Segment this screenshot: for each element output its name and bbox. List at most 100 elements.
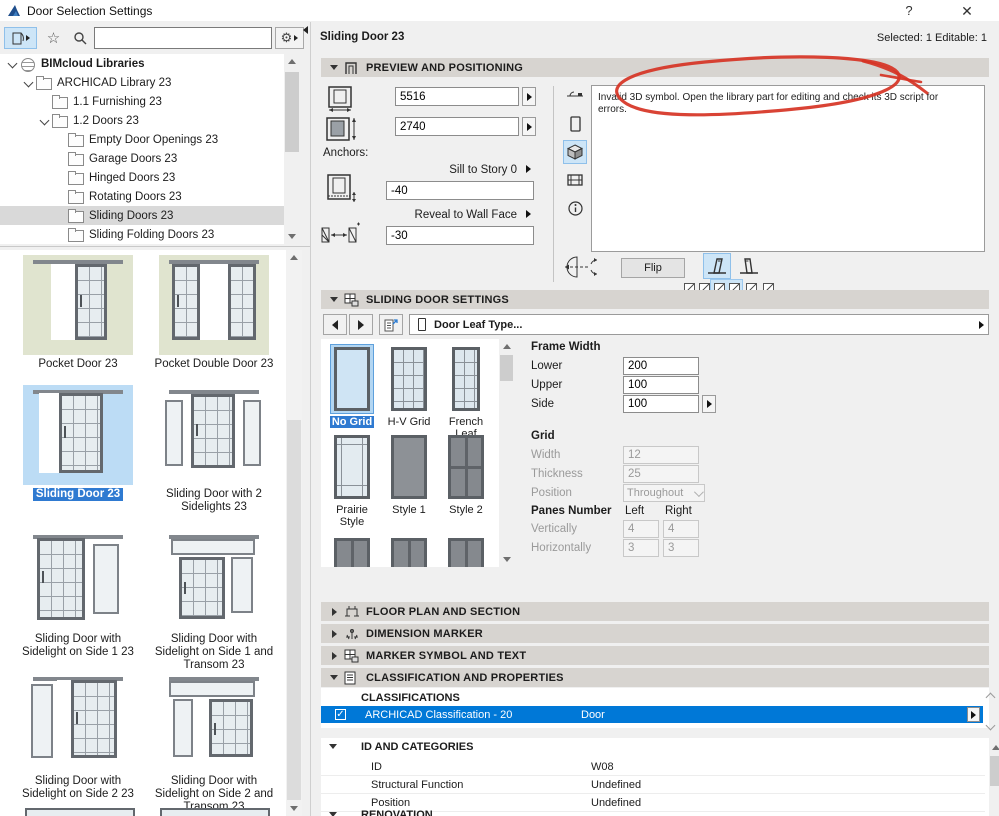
- scroll-up-icon[interactable]: [284, 54, 300, 69]
- 3d-preview-pane[interactable]: Invalid 3D symbol. Open the library part…: [591, 85, 985, 252]
- sill-value-field[interactable]: [386, 181, 534, 200]
- search-input[interactable]: [94, 27, 272, 49]
- preview-mode-plan-button[interactable]: [563, 84, 587, 108]
- scroll-down-icon[interactable]: [499, 552, 514, 567]
- settings-gear-button[interactable]: ⚙: [275, 27, 304, 49]
- leaf-type-item[interactable]: Style 2: [439, 432, 493, 516]
- tree-scrollbar[interactable]: [284, 54, 300, 244]
- section-collapse-icon[interactable]: [329, 812, 337, 816]
- selector-next-icon[interactable]: [979, 320, 984, 329]
- chevron-down-icon[interactable]: [22, 76, 36, 90]
- tree-item[interactable]: ARCHICAD Library 23: [0, 73, 284, 92]
- tree-item[interactable]: Empty Door Openings 23: [0, 130, 284, 149]
- preview-mode-3d-button[interactable]: [563, 140, 587, 164]
- tree-item[interactable]: BIMcloud Libraries: [0, 54, 284, 73]
- leaf-type-item[interactable]: Style 1: [382, 432, 436, 516]
- close-button[interactable]: ✕: [950, 0, 984, 22]
- previous-page-button[interactable]: [323, 314, 347, 335]
- section-floor-plan[interactable]: FLOOR PLAN AND SECTION: [321, 602, 989, 621]
- scroll-thumb[interactable]: [287, 420, 301, 800]
- tree-item[interactable]: Sliding Doors 23: [0, 206, 284, 225]
- chevron-down-icon[interactable]: [6, 57, 20, 71]
- section-marker-symbol[interactable]: MARKER SYMBOL AND TEXT: [321, 646, 989, 665]
- folder-icon: [68, 133, 84, 147]
- scroll-up-icon[interactable]: [286, 250, 302, 265]
- scroll-up-icon[interactable]: [989, 740, 999, 755]
- width-flyout-button[interactable]: [522, 87, 536, 106]
- preview-mode-section-button[interactable]: [563, 168, 587, 192]
- leaf-type-item[interactable]: H-V Grid: [382, 344, 436, 428]
- leaf-gallery-scrollbar[interactable]: [499, 339, 514, 567]
- leaf-type-item[interactable]: No Grid: [325, 344, 379, 428]
- height-flyout-button[interactable]: [522, 117, 536, 136]
- scroll-up-icon[interactable]: [987, 692, 995, 700]
- classification-row[interactable]: ✓ ARCHICAD Classification - 20 Door: [321, 706, 983, 723]
- gallery-item[interactable]: Sliding Door with Sidelight on Side 2 an…: [151, 672, 277, 814]
- sill-anchor-flyout[interactable]: [521, 162, 535, 176]
- preview-mode-front-button[interactable]: [563, 112, 587, 136]
- door-leaf-type-selector[interactable]: Door Leaf Type...: [409, 314, 989, 335]
- door-width-field[interactable]: [395, 87, 519, 106]
- checkbox-checked-icon[interactable]: ✓: [335, 709, 346, 720]
- reveal-value-field[interactable]: [386, 226, 534, 245]
- scroll-thumb[interactable]: [990, 756, 999, 786]
- tree-item[interactable]: 1.2 Doors 23: [0, 111, 284, 130]
- chevron-down-icon[interactable]: [38, 114, 52, 128]
- tree-item[interactable]: Garage Doors 23: [0, 149, 284, 168]
- section-classification-properties[interactable]: CLASSIFICATION AND PROPERTIES: [321, 668, 989, 687]
- property-row[interactable]: Structural Function Undefined: [321, 776, 985, 794]
- tree-item[interactable]: 1.1 Furnishing 23: [0, 92, 284, 111]
- door-height-field[interactable]: [395, 117, 519, 136]
- frame-upper-field[interactable]: [623, 376, 699, 394]
- section-collapse-icon[interactable]: [326, 65, 342, 70]
- tree-item[interactable]: Sliding Folding Doors 23: [0, 225, 284, 244]
- gallery-item[interactable]: Sliding Door with Sidelight on Side 1 an…: [151, 530, 277, 672]
- gallery-item[interactable]: Sliding Door 23: [15, 385, 141, 501]
- next-page-button[interactable]: [349, 314, 373, 335]
- gallery-item[interactable]: Sliding Door with Sidelight on Side 2 23: [15, 672, 141, 801]
- frame-side-flyout[interactable]: [702, 395, 716, 413]
- favorites-button[interactable]: ☆: [41, 27, 66, 49]
- reveal-anchor-flyout[interactable]: [521, 207, 535, 221]
- scroll-down-icon[interactable]: [284, 229, 300, 244]
- collapse-panel-arrow-icon[interactable]: [303, 26, 308, 34]
- leaf-type-item[interactable]: French Leaf: [439, 344, 493, 440]
- flip-button[interactable]: Flip: [621, 258, 685, 278]
- section-sliding-door-settings[interactable]: SLIDING DOOR SETTINGS: [321, 290, 989, 309]
- search-icon[interactable]: [68, 27, 92, 49]
- transfer-settings-button[interactable]: [379, 314, 403, 335]
- section-expand-icon[interactable]: [326, 608, 342, 616]
- scroll-thumb[interactable]: [500, 355, 513, 381]
- door-swing-right-button[interactable]: [735, 253, 763, 279]
- properties-scrollbar[interactable]: [989, 740, 999, 816]
- tree-item[interactable]: Hinged Doors 23: [0, 168, 284, 187]
- scroll-up-icon[interactable]: [499, 339, 514, 354]
- section-collapse-icon[interactable]: [326, 297, 342, 302]
- gallery-item[interactable]: Sliding Door with Sidelight on Side 1 23: [15, 530, 141, 659]
- preview-info-button[interactable]: [563, 196, 587, 220]
- property-row[interactable]: ID W08: [321, 758, 985, 776]
- door-thumbnail-gallery: Pocket Door 23 Pocket Double Door 23 Sli…: [0, 250, 286, 816]
- section-collapse-icon[interactable]: [326, 675, 342, 680]
- section-expand-icon[interactable]: [326, 652, 342, 660]
- gallery-scrollbar[interactable]: [286, 250, 302, 816]
- door-type-filter-button[interactable]: [4, 27, 37, 49]
- gallery-item[interactable]: Sliding Door with 2 Sidelights 23: [151, 385, 277, 514]
- leaf-type-item[interactable]: Prairie Style: [325, 432, 379, 528]
- section-collapse-icon[interactable]: [329, 744, 337, 749]
- classification-flyout-button[interactable]: [967, 707, 980, 722]
- scroll-thumb[interactable]: [285, 72, 299, 152]
- scroll-down-icon[interactable]: [286, 801, 302, 816]
- tree-item[interactable]: Rotating Doors 23: [0, 187, 284, 206]
- section-expand-icon[interactable]: [326, 630, 342, 638]
- frame-lower-field[interactable]: [623, 357, 699, 375]
- section-preview-positioning[interactable]: PREVIEW AND POSITIONING: [321, 58, 989, 77]
- section-dimension-marker[interactable]: DIMENSION MARKER: [321, 624, 989, 643]
- grid-width-field: [623, 446, 699, 464]
- door-swing-left-button[interactable]: [703, 253, 731, 279]
- scroll-down-icon[interactable]: [987, 722, 995, 730]
- gallery-item[interactable]: Pocket Double Door 23: [151, 255, 277, 371]
- help-button[interactable]: ?: [892, 0, 926, 22]
- gallery-item[interactable]: Pocket Door 23: [15, 255, 141, 371]
- frame-side-field[interactable]: [623, 395, 699, 413]
